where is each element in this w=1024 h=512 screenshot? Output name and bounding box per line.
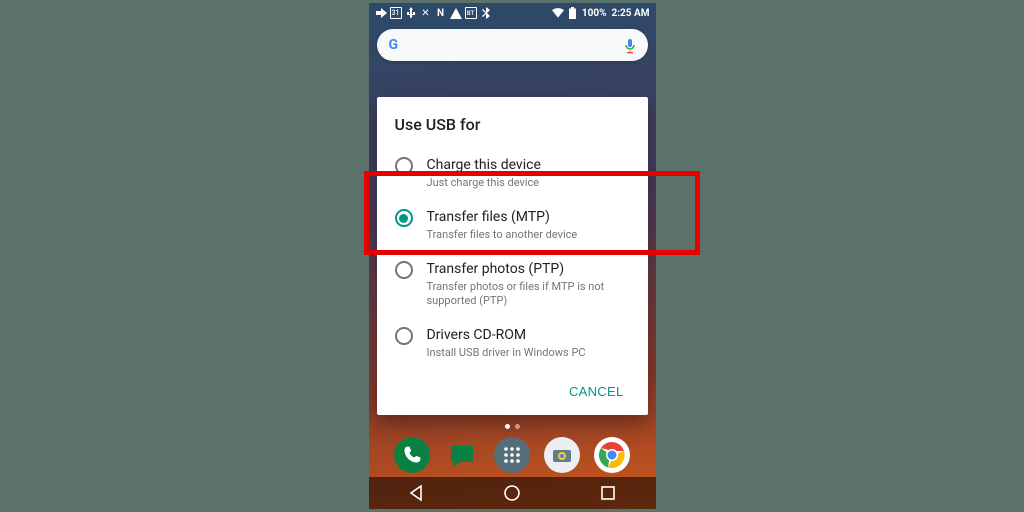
- battery-icon: [567, 7, 579, 19]
- google-logo-icon: G: [389, 37, 399, 53]
- battery-text: 100%: [582, 8, 607, 19]
- status-time: 2:25 AM: [612, 8, 650, 19]
- app-drawer-icon[interactable]: [494, 437, 530, 473]
- usb-dialog: Use USB for Charge this device Just char…: [377, 97, 648, 415]
- phone-frame: 31 ✕ N BT 100% 2:25 AM G Us: [369, 3, 656, 509]
- wifi-icon: [552, 7, 564, 19]
- option-label: Transfer files (MTP): [427, 208, 578, 226]
- option-mtp[interactable]: Transfer files (MTP) Transfer files to a…: [395, 200, 630, 252]
- option-desc: Just charge this device: [427, 176, 541, 190]
- option-label: Charge this device: [427, 156, 541, 174]
- option-label: Drivers CD-ROM: [427, 326, 586, 344]
- bluetooth-icon: [480, 7, 492, 19]
- calendar-icon: 31: [390, 7, 402, 19]
- status-icon: ✕: [420, 7, 432, 19]
- option-desc: Install USB driver in Windows PC: [427, 346, 586, 360]
- warning-icon: [450, 7, 462, 19]
- status-bar: 31 ✕ N BT 100% 2:25 AM: [369, 3, 656, 23]
- option-charge[interactable]: Charge this device Just charge this devi…: [395, 148, 630, 200]
- cancel-button[interactable]: CANCEL: [563, 376, 630, 407]
- usb-icon: [405, 7, 417, 19]
- option-drivers[interactable]: Drivers CD-ROM Install USB driver in Win…: [395, 318, 630, 370]
- mic-icon[interactable]: [624, 39, 636, 51]
- back-icon[interactable]: [407, 484, 425, 502]
- home-icon[interactable]: [503, 484, 521, 502]
- recents-icon[interactable]: [599, 484, 617, 502]
- dialog-title: Use USB for: [395, 115, 630, 134]
- google-search-bar[interactable]: G: [377, 29, 648, 61]
- dialog-actions: CANCEL: [395, 376, 630, 407]
- status-icon: BT: [465, 7, 477, 19]
- chrome-app-icon[interactable]: [594, 437, 630, 473]
- n-icon: N: [435, 7, 447, 19]
- status-icon: [375, 7, 387, 19]
- option-desc: Transfer files to another device: [427, 228, 578, 242]
- app-dock: [369, 433, 656, 477]
- navigation-bar: [369, 477, 656, 509]
- option-ptp[interactable]: Transfer photos (PTP) Transfer photos or…: [395, 252, 630, 318]
- radio-icon: [395, 157, 413, 175]
- radio-icon: [395, 209, 413, 227]
- camera-app-icon[interactable]: [544, 437, 580, 473]
- phone-app-icon[interactable]: [394, 437, 430, 473]
- messages-app-icon[interactable]: [444, 437, 480, 473]
- page-indicator: [369, 424, 656, 429]
- radio-icon: [395, 327, 413, 345]
- option-desc: Transfer photos or files if MTP is not s…: [427, 280, 630, 308]
- option-label: Transfer photos (PTP): [427, 260, 630, 278]
- radio-icon: [395, 261, 413, 279]
